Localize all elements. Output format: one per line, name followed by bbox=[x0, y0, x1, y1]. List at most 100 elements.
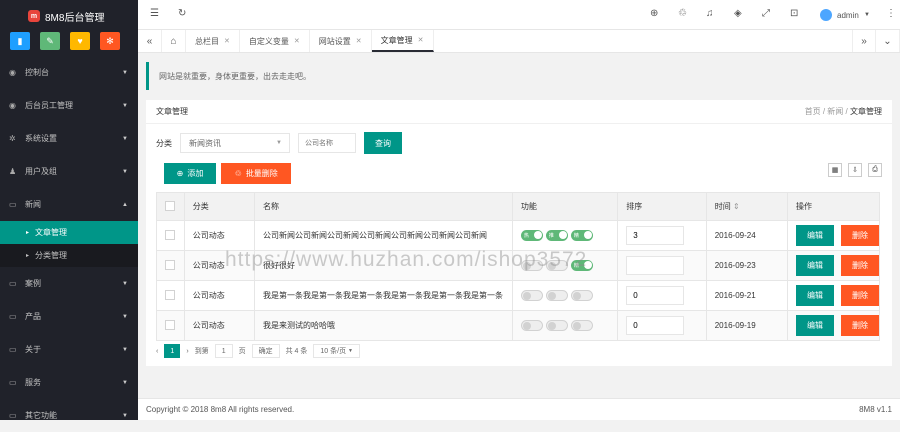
subnav-item-0[interactable]: ▸ 文章管理 bbox=[0, 221, 138, 244]
feature-switch-1[interactable]: 推 bbox=[545, 320, 568, 331]
tabs-menu-icon[interactable]: ⌄ bbox=[876, 30, 900, 52]
row-actions: 编辑 删除 bbox=[787, 280, 880, 311]
more-icon[interactable]: ⋮ bbox=[886, 8, 896, 19]
chevron-icon: ▲ bbox=[122, 201, 128, 208]
switch-knob bbox=[558, 231, 567, 239]
sidebar-item-1[interactable]: ◉ 后台员工管理 ▼ bbox=[0, 89, 138, 122]
page-1[interactable]: 1 bbox=[164, 344, 181, 358]
order-input[interactable] bbox=[626, 316, 685, 335]
row-time: 2016-09-19 bbox=[705, 310, 789, 341]
tab-label: 网站设置 bbox=[318, 36, 351, 46]
feature-switch-0[interactable]: 热 bbox=[520, 230, 543, 241]
sidebar-item-3[interactable]: ▭ 服务 ▼ bbox=[0, 366, 138, 399]
user-name[interactable]: admin bbox=[837, 11, 859, 20]
sort-icon[interactable]: ⇕ bbox=[733, 202, 740, 211]
keyword-input[interactable] bbox=[298, 133, 356, 153]
order-input[interactable] bbox=[626, 286, 685, 305]
order-input[interactable] bbox=[626, 256, 685, 275]
breadcrumb-home[interactable]: 首页 bbox=[805, 107, 821, 116]
row-checkbox[interactable] bbox=[165, 229, 175, 240]
next-page-icon[interactable]: › bbox=[186, 348, 188, 355]
feature-switch-2[interactable]: 精 bbox=[570, 230, 593, 241]
select-all-checkbox[interactable] bbox=[165, 200, 175, 211]
add-button[interactable]: ⊕ 添加 bbox=[164, 163, 216, 184]
sidebar-item-3[interactable]: ♟ 用户及组 ▼ bbox=[0, 155, 138, 188]
col-category: 分类 bbox=[183, 192, 256, 221]
quick-actions: ▮ ✎ ♥ ✻ bbox=[0, 32, 138, 52]
shirt-icon[interactable]: ♥ bbox=[70, 32, 90, 50]
export-icon[interactable]: ⇩ bbox=[848, 163, 862, 177]
close-icon[interactable]: ✕ bbox=[224, 37, 230, 45]
feature-switch-2[interactable]: 精 bbox=[570, 290, 593, 301]
col-time[interactable]: 时间 ⇕ bbox=[705, 192, 789, 221]
sidebar-item-4[interactable]: ▭ 新闻 ▲ bbox=[0, 188, 138, 221]
order-input[interactable] bbox=[626, 226, 685, 245]
menu-toggle-icon[interactable]: ☰ bbox=[150, 8, 159, 19]
tabs-next-icon[interactable]: » bbox=[852, 30, 876, 52]
category-select[interactable]: 新闻资讯 ▼ bbox=[180, 133, 290, 153]
columns-filter-icon[interactable]: ▦ bbox=[828, 163, 842, 177]
tab-1[interactable]: 自定义变量 ✕ bbox=[240, 30, 310, 52]
delete-button[interactable]: 删除 bbox=[841, 315, 879, 336]
refresh-icon[interactable]: ↻ bbox=[178, 8, 186, 19]
globe-icon[interactable]: ⊕ bbox=[650, 8, 658, 19]
delete-button[interactable]: 删除 bbox=[841, 225, 879, 246]
search-button[interactable]: 查询 bbox=[364, 132, 402, 154]
sidebar-item-2[interactable]: ✲ 系统设置 ▼ bbox=[0, 122, 138, 155]
feature-switch-0[interactable]: 热 bbox=[520, 320, 543, 331]
app-logo[interactable]: m 8M8后台管理 bbox=[0, 0, 138, 32]
sidebar-item-0[interactable]: ◉ 控制台 ▼ bbox=[0, 56, 138, 89]
bell-icon[interactable]: ♫ bbox=[706, 8, 714, 19]
row-checkbox[interactable] bbox=[165, 319, 175, 330]
sidebar-item-0[interactable]: ▭ 案例 ▼ bbox=[0, 267, 138, 300]
avatar[interactable] bbox=[820, 9, 832, 21]
delete-button[interactable]: 删除 bbox=[841, 285, 879, 306]
prev-page-icon[interactable]: ‹ bbox=[156, 348, 158, 355]
tabs-prev-icon[interactable]: « bbox=[138, 30, 162, 52]
delete-button[interactable]: 删除 bbox=[841, 255, 879, 276]
print-icon[interactable]: ⎙ bbox=[868, 163, 882, 177]
tag-icon[interactable]: ◈ bbox=[734, 8, 742, 19]
row-features: 热推精 bbox=[511, 220, 619, 251]
lock-icon[interactable]: ⊡ bbox=[790, 8, 798, 19]
user-menu-chevron-icon[interactable]: ▼ bbox=[864, 12, 870, 18]
close-icon[interactable]: ✕ bbox=[418, 36, 424, 44]
edit-button[interactable]: 编辑 bbox=[796, 285, 834, 306]
feature-switch-1[interactable]: 推 bbox=[545, 230, 568, 241]
subnav-item-1[interactable]: ▸ 分类管理 bbox=[0, 244, 138, 267]
card-title: 文章管理 bbox=[156, 107, 188, 116]
goto-confirm-button[interactable]: 确定 bbox=[251, 344, 280, 358]
sidebar-item-2[interactable]: ▭ 关于 ▼ bbox=[0, 333, 138, 366]
row-checkbox[interactable] bbox=[165, 259, 175, 270]
close-icon[interactable]: ✕ bbox=[356, 37, 362, 45]
tab-2[interactable]: 网站设置 ✕ bbox=[310, 30, 372, 52]
edit-button[interactable]: 编辑 bbox=[796, 225, 834, 246]
bullet-icon: ▸ bbox=[26, 230, 30, 236]
home-icon[interactable]: ⌂ bbox=[162, 30, 186, 52]
feature-switch-2[interactable]: 精 bbox=[570, 320, 593, 331]
per-page-select[interactable]: 10 条/页 ▼ bbox=[313, 344, 360, 358]
trash-icon[interactable]: ♲ bbox=[678, 8, 687, 19]
switch-knob bbox=[583, 231, 592, 239]
sidebar-item-4[interactable]: ▭ 其它功能 ▼ bbox=[0, 399, 138, 432]
subnav-item-label: 分类管理 bbox=[35, 251, 68, 260]
feature-switch-1[interactable]: 推 bbox=[545, 290, 568, 301]
tab-0[interactable]: 总栏目 ✕ bbox=[186, 30, 240, 52]
row-actions: 编辑 删除 bbox=[787, 250, 880, 281]
tab-3[interactable]: 文章管理 ✕ bbox=[371, 30, 434, 52]
sidebar-item-1[interactable]: ▭ 产品 ▼ bbox=[0, 300, 138, 333]
gear-icon[interactable]: ✻ bbox=[100, 32, 120, 50]
pencil-icon[interactable]: ✎ bbox=[40, 32, 60, 50]
goto-input[interactable]: 1 bbox=[214, 344, 233, 358]
chart-icon[interactable]: ▮ bbox=[10, 32, 30, 50]
row-checkbox[interactable] bbox=[165, 289, 175, 300]
feature-switch-0[interactable]: 热 bbox=[520, 290, 543, 301]
edit-button[interactable]: 编辑 bbox=[796, 315, 834, 336]
batch-delete-button[interactable]: ♲ 批量删除 bbox=[221, 163, 292, 184]
edit-button[interactable]: 编辑 bbox=[796, 255, 834, 276]
breadcrumb-news[interactable]: 新闻 bbox=[827, 107, 843, 116]
fullscreen-icon[interactable]: ⤢ bbox=[762, 8, 770, 19]
close-icon[interactable]: ✕ bbox=[294, 37, 300, 45]
dashboard-icon: ◉ bbox=[9, 101, 16, 110]
switch-knob bbox=[572, 292, 581, 300]
